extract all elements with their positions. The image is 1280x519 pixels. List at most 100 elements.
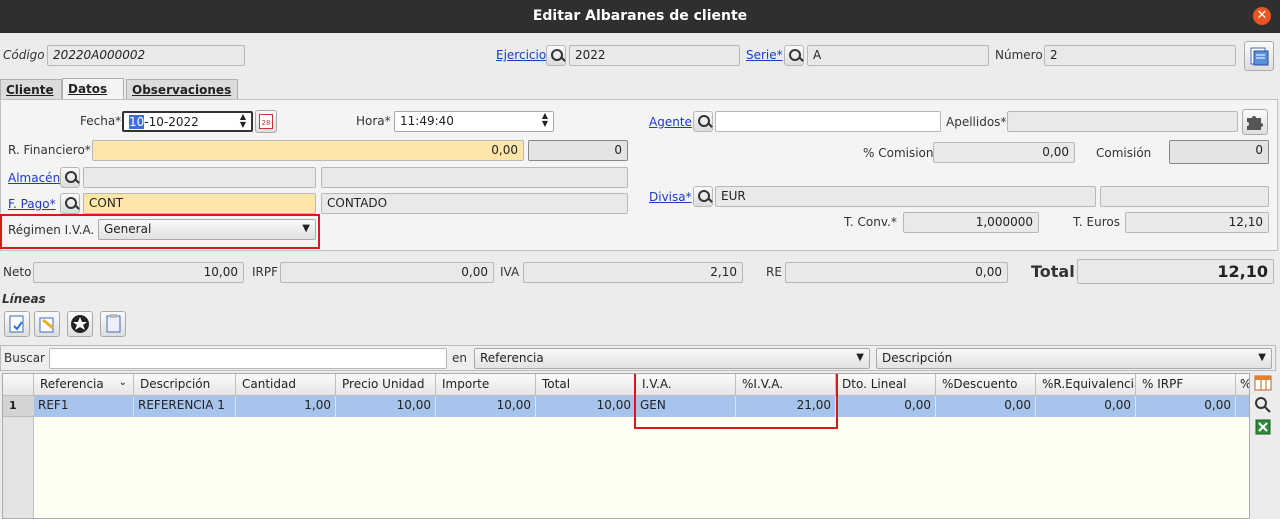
iva-field: 2,10 — [523, 262, 743, 283]
corner-header — [3, 374, 34, 396]
copy-line-icon[interactable] — [100, 311, 126, 337]
col-precio-unidad[interactable]: Precio Unidad — [336, 374, 436, 396]
export-excel-icon[interactable] — [1253, 418, 1275, 438]
hora-input[interactable]: 11:49:40 ▲ ▼ — [394, 111, 554, 132]
almacen-link[interactable]: Almacén — [8, 171, 60, 185]
serie-link[interactable]: Serie* — [746, 48, 783, 62]
tconv-field: 1,000000 — [903, 212, 1039, 233]
cell-total[interactable]: 10,00 — [536, 396, 636, 417]
add-line-icon[interactable] — [4, 311, 30, 337]
col-descripcion[interactable]: Descripción — [134, 374, 236, 396]
tconv-label: T. Conv.* — [844, 215, 897, 229]
rfinanciero-label: R. Financiero* — [8, 143, 91, 157]
cell-importe[interactable]: 10,00 — [436, 396, 536, 417]
cell-referencia[interactable]: REF1 — [34, 396, 134, 417]
col-total[interactable]: Total — [536, 374, 636, 396]
cell-precio-unidad[interactable]: 10,00 — [336, 396, 436, 417]
col-dto-lineal[interactable]: Dto. Lineal — [836, 374, 936, 396]
cell-requivalencia[interactable]: 0,00 — [1036, 396, 1136, 417]
cell-cantidad[interactable]: 1,00 — [236, 396, 336, 417]
buscar-label: Buscar — [4, 351, 45, 365]
fpago-link[interactable]: F. Pago* — [8, 197, 56, 211]
divisa-desc — [1100, 186, 1269, 207]
divisa-link[interactable]: Divisa* — [649, 190, 692, 204]
search-input[interactable] — [49, 348, 447, 369]
agente-link[interactable]: Agente — [649, 115, 692, 129]
irpf-field: 0,00 — [280, 262, 494, 283]
ejercicio-search-icon[interactable] — [546, 45, 566, 66]
cell-irpf[interactable]: 0,00 — [1136, 396, 1236, 417]
neto-field: 10,00 — [33, 262, 244, 283]
codigo-field: 20220A000002 — [47, 45, 245, 66]
teuros-label: T. Euros — [1073, 215, 1120, 229]
col-descuento[interactable]: %Descuento — [936, 374, 1036, 396]
almacen-search-icon[interactable] — [60, 167, 80, 188]
cell-dto-lineal[interactable]: 0,00 — [836, 396, 936, 417]
tab-observaciones[interactable]: Observaciones — [126, 79, 238, 99]
divisa-field: EUR — [715, 186, 1096, 207]
numero-label: Número — [995, 48, 1043, 62]
fpago-search-icon[interactable] — [60, 193, 80, 214]
serie-field: A — [807, 45, 989, 66]
rfinanciero-extra: 0 — [528, 140, 628, 161]
columns-config-icon[interactable] — [1253, 374, 1275, 394]
fpago-field[interactable]: CONT — [83, 193, 316, 214]
row-number: 1 — [3, 396, 34, 417]
lines-table: Referencia ⌄ Descripción Cantidad Precio … — [2, 373, 1250, 519]
col-cantidad[interactable]: Cantidad — [236, 374, 336, 396]
serie-search-icon[interactable] — [784, 45, 804, 66]
edit-line-icon[interactable] — [34, 311, 60, 337]
ejercicio-link[interactable]: Ejercicio — [496, 48, 546, 62]
grid-side-toolbar — [1252, 373, 1278, 519]
irpf-label: IRPF — [252, 265, 279, 279]
col-importe[interactable]: Importe — [436, 374, 536, 396]
window-title: Editar Albaranes de cliente — [532, 8, 748, 24]
calendar-icon[interactable]: 28 — [255, 110, 277, 133]
fecha-label: Fecha* — [80, 114, 122, 128]
agente-field[interactable] — [715, 111, 941, 132]
almacen-desc — [321, 167, 628, 188]
delete-line-icon[interactable] — [67, 311, 93, 337]
col-referencia[interactable]: Referencia ⌄ — [34, 374, 134, 396]
codigo-label: Código — [3, 48, 45, 62]
ejercicio-field: 2022 — [569, 45, 740, 66]
cell-descripcion[interactable]: REFERENCIA 1 — [134, 396, 236, 417]
total-field: 12,10 — [1077, 259, 1274, 284]
teuros-field: 12,10 — [1125, 212, 1269, 233]
grid-search-icon[interactable] — [1253, 396, 1275, 416]
col-irpf[interactable]: % IRPF — [1136, 374, 1236, 396]
pcomision-label: % Comision — [863, 146, 934, 160]
neto-label: Neto — [3, 265, 32, 279]
print-document-icon[interactable] — [1244, 41, 1274, 71]
re-field: 0,00 — [785, 262, 1008, 283]
lineas-title: Líneas — [2, 292, 46, 306]
hora-label: Hora* — [356, 114, 391, 128]
search-field-select[interactable]: Referencia ▼ — [474, 348, 870, 369]
close-icon[interactable]: ✕ — [1253, 7, 1271, 25]
en-label: en — [452, 351, 467, 365]
title-bar: Editar Albaranes de cliente ✕ — [0, 0, 1280, 33]
apellidos-field — [1007, 111, 1238, 132]
numero-field: 2 — [1044, 45, 1236, 66]
rfinanciero-field[interactable]: 0,00 — [92, 140, 524, 161]
tab-datos[interactable]: Datos — [62, 78, 124, 100]
total-label: Total — [1031, 262, 1075, 281]
apellidos-label: Apellidos* — [946, 115, 1007, 129]
highlight-iva-box — [634, 374, 838, 429]
cell-more[interactable] — [1236, 396, 1249, 417]
cell-descuento[interactable]: 0,00 — [936, 396, 1036, 417]
divisa-search-icon[interactable] — [693, 186, 713, 207]
tab-cliente[interactable]: Cliente — [0, 79, 62, 99]
re-label: RE — [766, 265, 782, 279]
iva-label: IVA — [500, 265, 520, 279]
col-more[interactable]: % — [1236, 374, 1249, 396]
comision-label: Comisión — [1096, 146, 1152, 160]
agente-search-icon[interactable] — [693, 111, 713, 132]
puzzle-icon[interactable] — [1242, 109, 1268, 135]
comision-field: 0 — [1169, 140, 1269, 164]
col-requivalencia[interactable]: %R.Equivalencia — [1036, 374, 1136, 396]
pcomision-field: 0,00 — [933, 142, 1075, 163]
search-order-select[interactable]: Descripción ▼ — [876, 348, 1272, 369]
fecha-input[interactable]: 10-10-2022 ▲ ▼ — [122, 111, 253, 132]
almacen-field — [83, 167, 316, 188]
